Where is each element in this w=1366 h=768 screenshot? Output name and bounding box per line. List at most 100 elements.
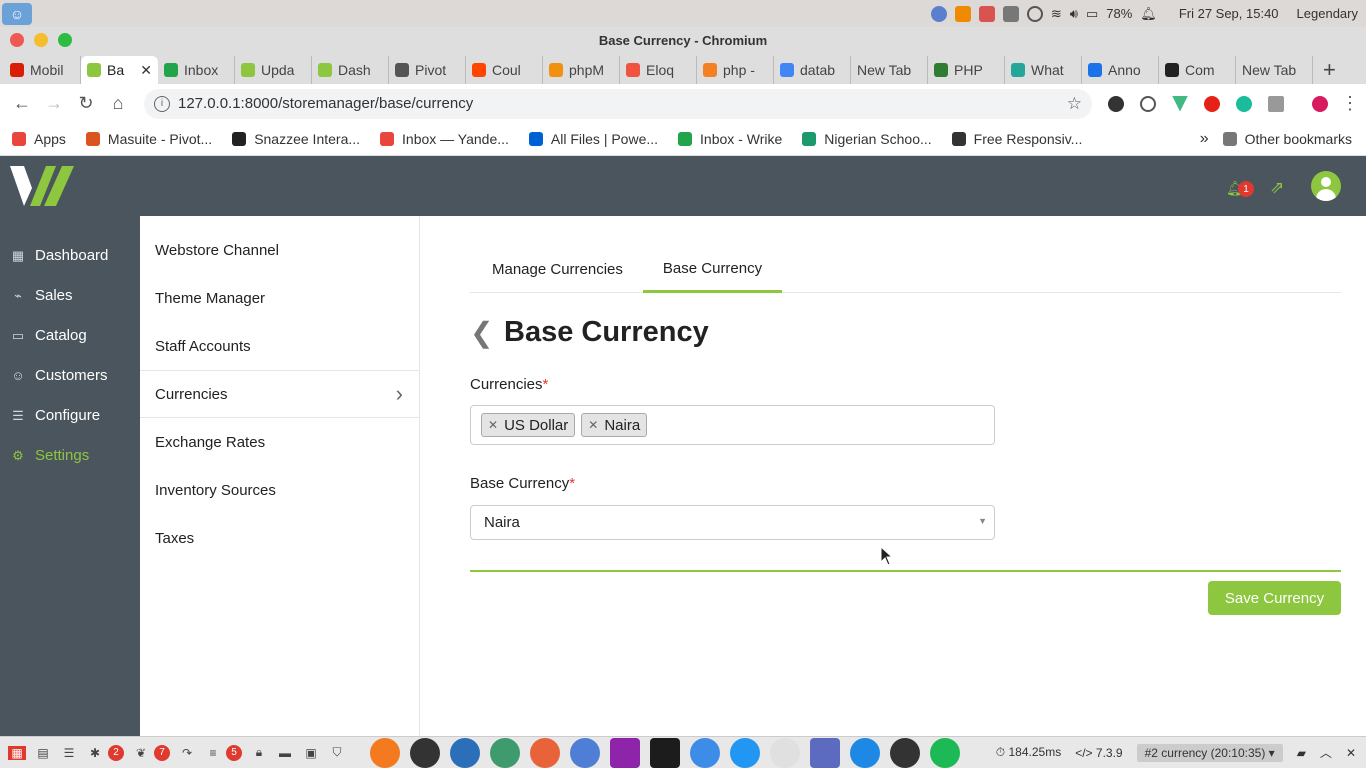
sidebar-item-settings[interactable]: ⚙ Settings	[0, 435, 140, 475]
lock-icon[interactable]: 🔒︎	[250, 745, 268, 760]
leaf-icon[interactable]: ❦	[132, 746, 150, 760]
browser-tab[interactable]: phpM	[543, 56, 620, 84]
terminal-icon[interactable]	[410, 737, 440, 768]
submenu-item-staff-accounts[interactable]: Staff Accounts	[140, 322, 419, 370]
collapse-chevron-icon[interactable]: ︿	[1320, 744, 1332, 761]
finder-icon[interactable]	[690, 737, 720, 768]
browser-tab[interactable]: PHP	[928, 56, 1005, 84]
spotify-icon[interactable]	[930, 737, 960, 768]
request-timing[interactable]: ⏱ 184.25ms	[996, 745, 1061, 760]
database-icon[interactable]: ≡	[204, 746, 222, 760]
info-icon[interactable]: i	[154, 95, 170, 112]
bookmark-item[interactable]: Masuite - Pivot...	[85, 131, 212, 147]
external-link-icon[interactable]: ⇗	[1270, 178, 1284, 198]
youtube-extension-icon[interactable]	[1204, 95, 1220, 112]
close-debugbar-icon[interactable]: ✕	[1346, 746, 1356, 760]
submenu-item-inventory-sources[interactable]: Inventory Sources	[140, 466, 419, 514]
debugbar-logo-icon[interactable]: ▦	[8, 745, 26, 760]
brand-logo[interactable]	[10, 166, 76, 206]
browser-tab[interactable]: Inbox	[158, 56, 235, 84]
base-currency-select[interactable]: Naira ▼	[470, 505, 995, 540]
bookmark-item[interactable]: Inbox - Wrike	[678, 131, 782, 147]
submenu-item-exchange-rates[interactable]: Exchange Rates	[140, 418, 419, 466]
address-bar[interactable]: i 127.0.0.1:8000/storemanager/base/curre…	[144, 88, 1092, 119]
browser-tab[interactable]: Eloq	[620, 56, 697, 84]
bug-icon[interactable]: ✱	[86, 746, 104, 760]
browser-menu-icon[interactable]: ⋮	[1334, 93, 1366, 114]
play-icon[interactable]	[730, 737, 760, 768]
browser-tab[interactable]: New Tab	[1236, 56, 1313, 84]
browser-tab[interactable]: php -	[697, 56, 774, 84]
remove-chip-icon[interactable]: ✕	[488, 418, 498, 432]
app-launcher-icon[interactable]: ☺	[2, 2, 32, 25]
ghost-tray-icon[interactable]	[978, 5, 995, 22]
submenu-item-currencies[interactable]: Currencies ›	[140, 370, 419, 418]
sidebar-item-sales[interactable]: ⌁ Sales	[0, 275, 140, 315]
battery-icon[interactable]: ▭	[1086, 6, 1098, 22]
remove-chip-icon[interactable]: ✕	[588, 418, 598, 432]
browser-tab[interactable]: Ba ✕	[81, 56, 158, 84]
wifi-icon[interactable]: ≋	[1051, 6, 1062, 22]
route-arrow-icon[interactable]: ↷	[178, 746, 196, 760]
network-icon[interactable]	[810, 737, 840, 768]
clock[interactable]: Fri 27 Sep, 15:40	[1179, 6, 1279, 21]
save-currency-button[interactable]: Save Currency	[1208, 581, 1341, 615]
new-tab-icon[interactable]: +	[1313, 56, 1346, 84]
extension-m-icon[interactable]	[1236, 95, 1252, 112]
sidebar-item-dashboard[interactable]: ▦ Dashboard	[0, 235, 140, 275]
tags-icon[interactable]: ⛉	[328, 745, 346, 760]
reload-icon[interactable]: ↻	[70, 93, 102, 114]
close-window-button[interactable]	[10, 33, 24, 47]
browser-tab[interactable]: Upda	[235, 56, 312, 84]
tab-manage-currencies[interactable]: Manage Currencies	[470, 246, 643, 293]
vlc-tray-icon[interactable]	[954, 5, 971, 22]
sidebar-item-customers[interactable]: ☺ Customers	[0, 355, 140, 395]
vue-devtools-icon[interactable]	[1172, 95, 1188, 112]
user-name[interactable]: Legendary	[1297, 6, 1358, 21]
browser-tab[interactable]: Anno	[1082, 56, 1159, 84]
document-viewer-icon[interactable]	[850, 737, 880, 768]
rocket-icon[interactable]	[490, 737, 520, 768]
mail-icon[interactable]: ▬	[276, 746, 294, 760]
browser-tab[interactable]: Mobil	[4, 56, 81, 84]
bookmark-item[interactable]: All Files | Powe...	[528, 131, 658, 147]
close-tab-icon[interactable]: ✕	[140, 62, 152, 79]
vscode-icon[interactable]	[450, 737, 480, 768]
minimize-window-button[interactable]	[34, 33, 48, 47]
pycharm-icon[interactable]	[650, 737, 680, 768]
browser-tab[interactable]: Dash	[312, 56, 389, 84]
other-bookmarks[interactable]: Other bookmarks	[1222, 131, 1352, 147]
bookmarks-overflow-icon[interactable]: »	[1200, 130, 1209, 148]
chromium-tray-icon[interactable]	[930, 5, 947, 22]
chromium-dock-icon[interactable]	[570, 737, 600, 768]
url-text[interactable]: 127.0.0.1:8000/storemanager/base/currenc…	[178, 95, 473, 112]
extension-code-icon[interactable]	[1140, 95, 1156, 112]
home-icon[interactable]: ⌂	[102, 93, 134, 114]
volume-icon[interactable]: 🔊︎	[1070, 6, 1078, 22]
sidebar-item-configure[interactable]: ☰ Configure	[0, 395, 140, 435]
submenu-item-taxes[interactable]: Taxes	[140, 514, 419, 562]
browser-tab[interactable]: What	[1005, 56, 1082, 84]
browser-tab[interactable]: Pivot	[389, 56, 466, 84]
sublime-icon[interactable]	[890, 737, 920, 768]
tab-base-currency[interactable]: Base Currency	[642, 246, 783, 293]
request-select[interactable]: #2 currency (20:10:35) ▾	[1136, 743, 1283, 762]
browser-tab[interactable]: New Tab	[851, 56, 928, 84]
circle-tray-icon[interactable]	[1026, 5, 1043, 22]
phpstorm-icon[interactable]	[610, 737, 640, 768]
submenu-item-theme-manager[interactable]: Theme Manager	[140, 274, 419, 322]
browser-tab[interactable]: datab	[774, 56, 851, 84]
maximize-window-button[interactable]	[58, 33, 72, 47]
sidebar-item-catalog[interactable]: ▭ Catalog	[0, 315, 140, 355]
archive-icon[interactable]: ▣	[302, 746, 320, 760]
extension-puzzle-icon[interactable]	[1268, 95, 1284, 112]
dropdown-caret-icon[interactable]: ▼	[978, 516, 987, 526]
currencies-multiselect[interactable]: ✕ US Dollar ✕ Naira	[470, 405, 995, 445]
user-avatar[interactable]	[1311, 171, 1341, 201]
back-icon[interactable]: ←	[6, 93, 38, 114]
submenu-item-webstore-channel[interactable]: Webstore Channel	[140, 226, 419, 274]
profile-avatar-icon[interactable]	[1312, 95, 1328, 112]
bookmark-item[interactable]: Nigerian Schoo...	[802, 131, 932, 147]
bookmark-item[interactable]: Inbox — Yande...	[380, 131, 509, 147]
browser-tab[interactable]: Coul	[466, 56, 543, 84]
